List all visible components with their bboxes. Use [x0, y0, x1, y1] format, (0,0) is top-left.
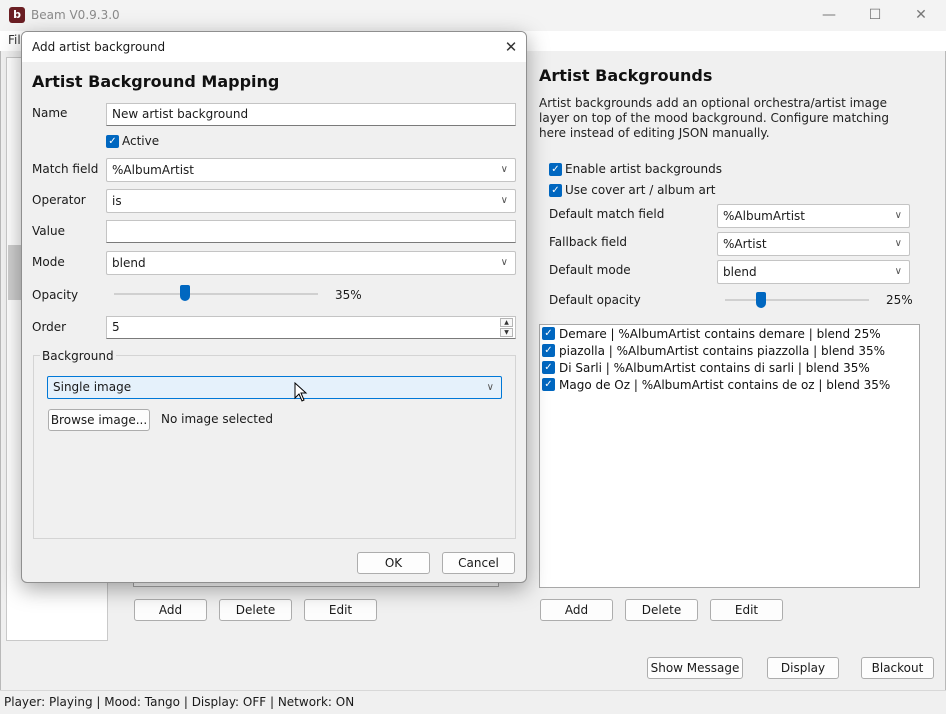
- chevron-down-icon: ∨: [486, 382, 494, 393]
- opacity-value: 35%: [335, 288, 362, 302]
- list-item-label: piazolla | %AlbumArtist contains piazzol…: [559, 344, 886, 358]
- chevron-down-icon: ∨: [894, 238, 902, 249]
- ok-button[interactable]: OK: [357, 552, 430, 574]
- mode-value: blend: [112, 256, 146, 270]
- list-item-checkbox[interactable]: ✓: [542, 327, 555, 340]
- opacity-slider-track[interactable]: [114, 293, 318, 295]
- chevron-down-icon: ∨: [500, 195, 508, 206]
- fallback-field-value: %Artist: [723, 237, 767, 251]
- dialog-title: Add artist background: [32, 40, 166, 54]
- status-bar: Player: Playing | Mood: Tango | Display:…: [0, 690, 946, 713]
- window-title: Beam V0.9.3.0: [31, 8, 120, 22]
- fallback-field-label: Fallback field: [549, 235, 628, 249]
- fallback-field-combo[interactable]: %Artist ∨: [717, 232, 910, 256]
- chevron-down-icon: ∨: [894, 266, 902, 277]
- list-item-label: Demare | %AlbumArtist contains demare | …: [559, 327, 881, 341]
- right-edit-button[interactable]: Edit: [710, 599, 783, 621]
- mode-label: Mode: [32, 255, 65, 269]
- default-mode-combo[interactable]: blend ∨: [717, 260, 910, 284]
- match-field-combo[interactable]: %AlbumArtist ∨: [106, 158, 516, 182]
- order-value: 5: [112, 320, 120, 334]
- list-item-checkbox[interactable]: ✓: [542, 344, 555, 357]
- background-group-title: Background: [40, 349, 116, 363]
- left-delete-button[interactable]: Delete: [219, 599, 292, 621]
- mouse-pointer-icon: [294, 382, 308, 402]
- operator-label: Operator: [32, 193, 86, 207]
- enable-artist-backgrounds-checkbox[interactable]: ✓: [549, 163, 562, 176]
- title-bar[interactable]: [0, 0, 946, 31]
- close-icon[interactable]: ✕: [500, 36, 522, 58]
- show-message-button[interactable]: Show Message: [647, 657, 743, 679]
- default-mode-value: blend: [723, 265, 757, 279]
- artist-backgrounds-description: Artist backgrounds add an optional orche…: [539, 96, 889, 140]
- match-field-value: %AlbumArtist: [112, 163, 194, 177]
- chevron-down-icon: ∨: [894, 210, 902, 221]
- app-icon: b: [9, 7, 25, 23]
- default-match-field-label: Default match field: [549, 207, 665, 221]
- default-match-field-combo[interactable]: %AlbumArtist ∨: [717, 204, 910, 228]
- default-match-field-value: %AlbumArtist: [723, 209, 805, 223]
- left-edit-button[interactable]: Edit: [304, 599, 377, 621]
- match-field-label: Match field: [32, 162, 99, 176]
- browse-image-button[interactable]: Browse image...: [48, 409, 150, 431]
- order-label: Order: [32, 320, 67, 334]
- default-opacity-label: Default opacity: [549, 293, 641, 307]
- background-type-combo[interactable]: Single image ∨: [47, 376, 502, 399]
- name-input[interactable]: New artist background: [106, 103, 516, 126]
- default-opacity-slider-thumb[interactable]: [756, 292, 766, 308]
- list-item[interactable]: ✓ Di Sarli | %AlbumArtist contains di sar…: [542, 360, 870, 377]
- active-label[interactable]: Active: [122, 134, 159, 148]
- use-cover-art-checkbox[interactable]: ✓: [549, 184, 562, 197]
- operator-combo[interactable]: is ∨: [106, 189, 516, 213]
- opacity-slider-thumb[interactable]: [180, 285, 191, 301]
- list-item-checkbox[interactable]: ✓: [542, 361, 555, 374]
- chevron-down-icon: ∨: [500, 257, 508, 268]
- list-item[interactable]: ✓ piazolla | %AlbumArtist contains piazzo…: [542, 343, 885, 360]
- blackout-button[interactable]: Blackout: [861, 657, 934, 679]
- spin-up-icon[interactable]: ▲: [500, 318, 513, 327]
- minimize-icon[interactable]: —: [806, 0, 852, 31]
- close-icon[interactable]: ✕: [898, 0, 944, 31]
- default-opacity-value: 25%: [886, 293, 913, 307]
- maximize-icon[interactable]: ☐: [852, 0, 898, 31]
- operator-value: is: [112, 194, 122, 208]
- list-item-label: Mago de Oz | %AlbumArtist contains de oz…: [559, 378, 891, 392]
- use-cover-art-label[interactable]: Use cover art / album art: [565, 183, 715, 197]
- opacity-label: Opacity: [32, 288, 79, 302]
- list-item-checkbox[interactable]: ✓: [542, 378, 555, 391]
- left-add-button[interactable]: Add: [134, 599, 207, 621]
- display-button[interactable]: Display: [767, 657, 839, 679]
- list-item[interactable]: ✓ Mago de Oz | %AlbumArtist contains de o…: [542, 377, 890, 394]
- enable-artist-backgrounds-label[interactable]: Enable artist backgrounds: [565, 162, 722, 176]
- cancel-button[interactable]: Cancel: [442, 552, 515, 574]
- background-type-value: Single image: [53, 380, 132, 394]
- add-artist-background-dialog: Add artist background ✕ Artist Backgroun…: [21, 31, 527, 583]
- value-input[interactable]: [106, 220, 516, 243]
- name-label: Name: [32, 106, 68, 120]
- no-image-label: No image selected: [161, 412, 273, 426]
- right-delete-button[interactable]: Delete: [625, 599, 698, 621]
- active-checkbox[interactable]: ✓: [106, 135, 119, 148]
- dialog-heading: Artist Background Mapping: [32, 72, 280, 91]
- list-item[interactable]: ✓ Demare | %AlbumArtist contains demare |…: [542, 326, 881, 343]
- order-spinbox[interactable]: 5 ▲ ▼: [106, 316, 516, 339]
- mode-combo[interactable]: blend ∨: [106, 251, 516, 275]
- chevron-down-icon: ∨: [500, 164, 508, 175]
- menu-file[interactable]: Fil: [8, 33, 21, 47]
- artist-backgrounds-title: Artist Backgrounds: [539, 66, 713, 85]
- list-item-label: Di Sarli | %AlbumArtist contains di sarl…: [559, 361, 870, 375]
- value-label: Value: [32, 224, 65, 238]
- default-mode-label: Default mode: [549, 263, 631, 277]
- default-opacity-slider-track[interactable]: [725, 299, 869, 301]
- spin-down-icon[interactable]: ▼: [500, 328, 513, 337]
- right-add-button[interactable]: Add: [540, 599, 613, 621]
